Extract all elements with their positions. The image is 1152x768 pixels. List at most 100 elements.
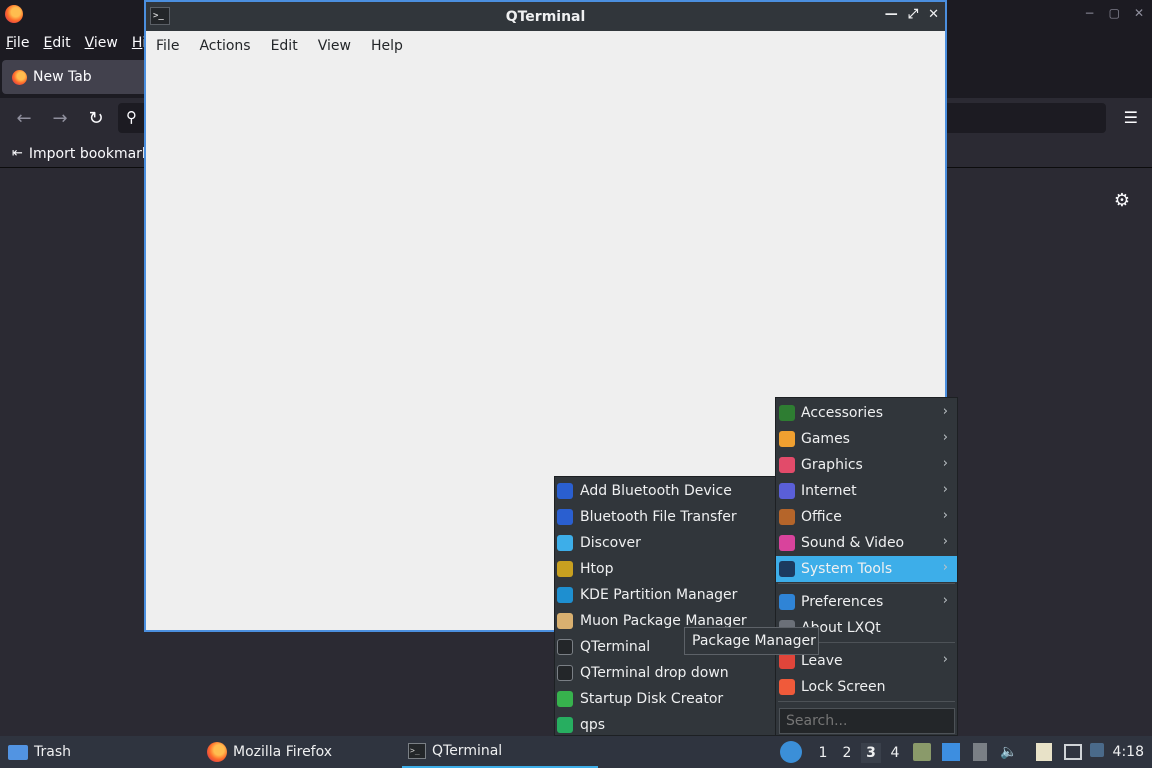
package-icon — [557, 613, 573, 629]
task-trash[interactable]: Trash — [8, 736, 71, 768]
chevron-right-icon: › — [942, 456, 948, 471]
menu-item-label: Internet — [801, 483, 857, 499]
qt-menu-actions[interactable]: Actions — [199, 38, 250, 54]
show-desktop-icon[interactable] — [942, 743, 960, 761]
submenu-item-label: Bluetooth File Transfer — [580, 509, 737, 525]
drive-icon[interactable] — [913, 743, 931, 761]
task-qterminal[interactable]: >_ QTerminal — [402, 736, 598, 768]
system-tools-icon — [779, 561, 795, 577]
desktop-switch-3[interactable]: 3 — [861, 743, 881, 763]
multimedia-icon — [779, 535, 795, 551]
internet-icon — [779, 483, 795, 499]
qps-icon — [557, 717, 573, 733]
submenu-item-htop[interactable]: Htop — [555, 556, 775, 582]
menu-item-internet[interactable]: Internet › — [776, 478, 957, 504]
submenu-item-label: Discover — [580, 535, 641, 551]
firefox-menu-edit[interactable]: Edit — [43, 35, 70, 51]
disk-creator-icon — [557, 691, 573, 707]
task-label: QTerminal — [432, 743, 503, 759]
qterminal-titlebar[interactable]: >_ QTerminal — ⤢ ✕ — [146, 2, 945, 31]
bluetooth-icon — [557, 509, 573, 525]
discover-icon — [557, 535, 573, 551]
maximize-icon[interactable]: ▢ — [1109, 6, 1120, 20]
menu-item-sound-video[interactable]: Sound & Video › — [776, 530, 957, 556]
qterminal-window-controls: — ⤢ ✕ — [885, 7, 939, 22]
lxqt-menu-button-icon[interactable] — [780, 741, 802, 763]
menu-item-label: Preferences — [801, 594, 884, 610]
power-icon — [779, 653, 795, 669]
submenu-item-qps[interactable]: qps — [555, 712, 775, 738]
desktop-switch-4[interactable]: 4 — [885, 743, 905, 763]
menu-search-input[interactable] — [779, 708, 955, 734]
tab-label: New Tab — [33, 69, 92, 85]
chevron-right-icon: › — [942, 560, 948, 575]
chevron-right-icon: › — [942, 430, 948, 445]
import-icon: ⇤ — [12, 146, 23, 161]
submenu-item-label: qps — [580, 717, 606, 733]
import-bookmarks-link[interactable]: Import bookmark — [29, 146, 150, 162]
clock[interactable]: 4:18 — [1113, 744, 1144, 760]
minimize-icon[interactable]: − — [1085, 6, 1095, 20]
clipboard-icon[interactable] — [1036, 743, 1052, 761]
submenu-item-qterminal-drop-down[interactable]: QTerminal drop down — [555, 660, 775, 686]
submenu-item-add-bluetooth-device[interactable]: Add Bluetooth Device — [555, 478, 775, 504]
close-icon[interactable]: ✕ — [928, 7, 939, 22]
qterminal-menubar: File Actions Edit View Help — [146, 31, 945, 61]
menu-item-label: Lock Screen — [801, 679, 886, 695]
gear-icon[interactable]: ⚙ — [1114, 190, 1130, 211]
menu-item-label: Office — [801, 509, 842, 525]
qt-menu-view[interactable]: View — [318, 38, 351, 54]
firefox-logo-icon — [207, 742, 227, 762]
menu-item-preferences[interactable]: Preferences › — [776, 589, 957, 615]
task-label: Trash — [34, 744, 71, 760]
chevron-right-icon: › — [942, 593, 948, 608]
chevron-right-icon: › — [942, 508, 948, 523]
submenu-item-bluetooth-file-transfer[interactable]: Bluetooth File Transfer — [555, 504, 775, 530]
task-firefox[interactable]: Mozilla Firefox — [207, 736, 332, 768]
chevron-right-icon: › — [942, 534, 948, 549]
minimize-icon[interactable]: — — [885, 7, 898, 22]
terminal-icon: >_ — [150, 7, 170, 25]
partition-icon — [557, 587, 573, 603]
maximize-icon[interactable]: ⤢ — [908, 7, 918, 22]
graphics-icon — [779, 457, 795, 473]
menu-item-games[interactable]: Games › — [776, 426, 957, 452]
bluetooth-icon — [557, 483, 573, 499]
submenu-item-startup-disk-creator[interactable]: Startup Disk Creator — [555, 686, 775, 712]
network-icon[interactable] — [1064, 744, 1082, 760]
desktop-switch-1[interactable]: 1 — [813, 743, 833, 763]
menu-separator — [778, 583, 955, 584]
notification-icon[interactable] — [1090, 743, 1104, 757]
taskbar-panel: Trash Mozilla Firefox >_ QTerminal 1 2 3… — [0, 736, 1152, 768]
tooltip: Package Manager — [684, 627, 819, 655]
terminal-icon — [557, 665, 573, 681]
qt-menu-file[interactable]: File — [156, 38, 179, 54]
removable-media-icon[interactable] — [973, 743, 987, 761]
submenu-item-label: QTerminal — [580, 639, 651, 655]
firefox-logo-icon — [5, 5, 23, 23]
qt-menu-edit[interactable]: Edit — [271, 38, 298, 54]
gamepad-icon — [779, 431, 795, 447]
desktop-switch-2[interactable]: 2 — [837, 743, 857, 763]
firefox-menu-file[interactable]: File — [6, 35, 29, 51]
hamburger-menu-icon[interactable]: ☰ — [1124, 108, 1138, 127]
menu-item-label: Graphics — [801, 457, 863, 473]
qt-menu-help[interactable]: Help — [371, 38, 403, 54]
menu-item-graphics[interactable]: Graphics › — [776, 452, 957, 478]
volume-icon[interactable]: 🔈 — [1000, 743, 1018, 761]
forward-arrow-icon[interactable]: → — [49, 108, 71, 130]
close-icon[interactable]: ✕ — [1134, 6, 1144, 20]
menu-item-label: Accessories — [801, 405, 884, 421]
menu-item-lock-screen[interactable]: Lock Screen — [776, 674, 957, 700]
menu-item-office[interactable]: Office › — [776, 504, 957, 530]
menu-item-accessories[interactable]: Accessories › — [776, 400, 957, 426]
firefox-menu-view[interactable]: View — [85, 35, 118, 51]
submenu-item-label: QTerminal drop down — [580, 665, 729, 681]
reload-icon[interactable]: ↻ — [85, 108, 107, 130]
submenu-item-discover[interactable]: Discover — [555, 530, 775, 556]
submenu-item-label: Startup Disk Creator — [580, 691, 724, 707]
back-arrow-icon[interactable]: ← — [13, 108, 35, 130]
menu-item-system-tools[interactable]: System Tools › — [776, 556, 957, 582]
submenu-item-label: KDE Partition Manager — [580, 587, 738, 603]
submenu-item-kde-partition-manager[interactable]: KDE Partition Manager — [555, 582, 775, 608]
